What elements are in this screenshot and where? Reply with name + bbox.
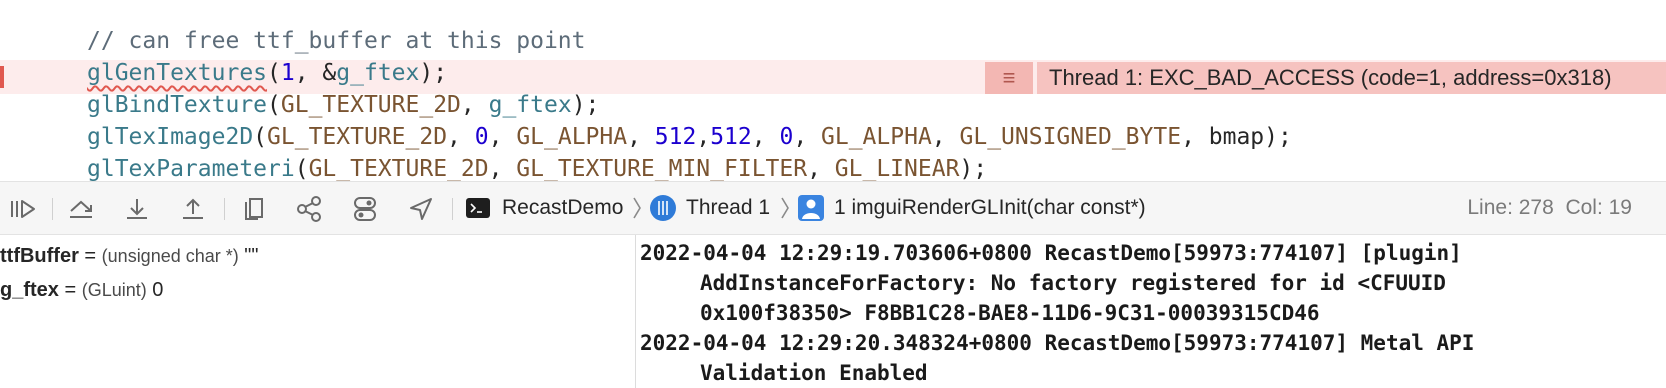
code-token: , & [294, 60, 337, 86]
code-token: , [447, 124, 475, 150]
console-line: Validation Enabled [700, 361, 928, 385]
variable-row[interactable]: ttfBuffer = (unsigned char *) "" [0, 241, 259, 271]
code-token: 1 [280, 60, 295, 86]
code-line-bind-texture[interactable]: glBindTexture(GL_TEXTURE_2D, g_ftex); [87, 88, 599, 122]
step-over-icon[interactable] [66, 194, 96, 224]
thread-icon [650, 195, 676, 221]
code-token: GL_ALPHA [821, 124, 932, 150]
code-token: , [460, 92, 489, 118]
variable-value: 0 [146, 279, 164, 301]
code-token: GL_LINEAR [834, 156, 960, 181]
code-token: ( [267, 92, 281, 118]
step-out-icon[interactable] [178, 194, 208, 224]
variable-equals: = [78, 245, 102, 267]
chevron-right-icon [633, 197, 641, 219]
code-token: GL_TEXTURE_MIN_FILTER [516, 156, 808, 181]
debug-bar: RecastDemo Thread 1 1 imguiRenderGLInit(… [0, 181, 1666, 235]
code-token: g_ftex [336, 60, 420, 86]
issue-list-icon[interactable]: ≡ [985, 62, 1033, 94]
toolbar-divider [224, 198, 225, 220]
error-line-marker [0, 66, 4, 88]
breadcrumb-thread[interactable]: Thread 1 [650, 182, 770, 234]
source-editor[interactable]: // can free ttf_buffer at this point glG… [0, 0, 1666, 181]
console-output[interactable]: 2022-04-04 12:29:19.703606+0800 RecastDe… [640, 238, 1650, 388]
code-line-comment: // can free ttf_buffer at this point [87, 28, 586, 54]
variables-view: ttfBuffer = (unsigned char *) "" g_ftex … [0, 235, 635, 388]
variable-value: "" [238, 245, 259, 267]
toolbar-divider [52, 198, 53, 220]
simulate-location-icon[interactable] [406, 194, 436, 224]
code-token: 512 [654, 124, 697, 150]
variable-type: (GLuint) [81, 280, 147, 300]
code-token: glTexParameteri [87, 156, 295, 181]
continue-icon[interactable] [8, 194, 38, 224]
code-token: , bmap); [1181, 124, 1292, 150]
code-token: ( [294, 156, 309, 181]
code-token: ( [267, 60, 281, 86]
view-hierarchy-icon[interactable] [238, 194, 268, 224]
code-token: glBindTexture [87, 92, 268, 118]
code-token: g_ftex [488, 92, 572, 118]
code-token: , [488, 124, 517, 150]
breadcrumb-target[interactable]: RecastDemo [466, 182, 623, 234]
code-token: GL_UNSIGNED_BYTE [959, 124, 1182, 150]
chevron-right-icon [781, 197, 789, 219]
error-annotation[interactable]: ≡ Thread 1: EXC_BAD_ACCESS (code=1, addr… [985, 62, 1666, 94]
code-token: ); [419, 60, 448, 86]
terminal-app-icon [466, 198, 490, 218]
code-token: , [751, 124, 780, 150]
code-token: , [488, 156, 517, 181]
code-line-gen-textures[interactable]: glGenTextures(1, &g_ftex); [87, 56, 447, 90]
console-line: 2022-04-04 12:29:20.348324+0800 RecastDe… [640, 331, 1475, 355]
cursor-position: Line: 278 Col: 19 [1467, 182, 1632, 234]
code-token: , [793, 124, 822, 150]
code-token: 0 [474, 124, 489, 150]
column-number: Col: 19 [1565, 196, 1632, 219]
code-token: , [696, 124, 711, 150]
code-token: GL_TEXTURE_2D [280, 92, 461, 118]
code-token: , [807, 156, 835, 181]
code-token: GL_TEXTURE_2D [308, 156, 489, 181]
code-line-tex-parameter[interactable]: glTexParameteri(GL_TEXTURE_2D, GL_TEXTUR… [87, 152, 987, 181]
toolbar-divider [452, 198, 453, 220]
breadcrumb-target-label: RecastDemo [502, 196, 624, 219]
console-line: 2022-04-04 12:29:19.703606+0800 RecastDe… [640, 241, 1462, 265]
code-fn-gl-gen-textures: glGenTextures [87, 60, 268, 86]
code-line-tex-image[interactable]: glTexImage2D(GL_TEXTURE_2D, 0, GL_ALPHA,… [87, 120, 1292, 154]
stack-frame-icon [798, 195, 824, 221]
variable-equals: = [58, 279, 82, 301]
memory-graph-icon[interactable] [294, 194, 324, 224]
variable-row[interactable]: g_ftex = (GLuint) 0 [0, 275, 163, 305]
variable-type: (unsigned char *) [101, 246, 239, 266]
breadcrumb-frame-label: 1 imguiRenderGLInit(char const*) [834, 196, 1146, 219]
console-line: 0x100f38350> F8BB1C28-BAE8-11D6-9C31-000… [700, 301, 1320, 325]
code-token: ); [959, 156, 988, 181]
variable-name: ttfBuffer [0, 245, 79, 267]
breadcrumb-frame[interactable]: 1 imguiRenderGLInit(char const*) [798, 182, 1146, 234]
pane-divider[interactable] [635, 235, 636, 388]
error-annotation-text: Thread 1: EXC_BAD_ACCESS (code=1, addres… [1037, 62, 1666, 94]
code-token: 0 [779, 124, 794, 150]
code-token: ( [253, 124, 268, 150]
code-token: ); [571, 92, 600, 118]
line-number: Line: 278 [1467, 196, 1554, 219]
code-token: 512 [710, 124, 752, 150]
console-line: AddInstanceForFactory: No factory regist… [700, 271, 1446, 295]
step-into-icon[interactable] [122, 194, 152, 224]
breadcrumb-thread-label: Thread 1 [686, 196, 771, 219]
code-token: GL_ALPHA [516, 124, 628, 150]
code-token: GL_TEXTURE_2D [267, 124, 448, 150]
code-token: , [627, 124, 655, 150]
code-token: glTexImage2D [87, 124, 254, 150]
code-token: , [931, 124, 960, 150]
environment-overrides-icon[interactable] [350, 194, 380, 224]
variable-name: g_ftex [0, 279, 59, 301]
